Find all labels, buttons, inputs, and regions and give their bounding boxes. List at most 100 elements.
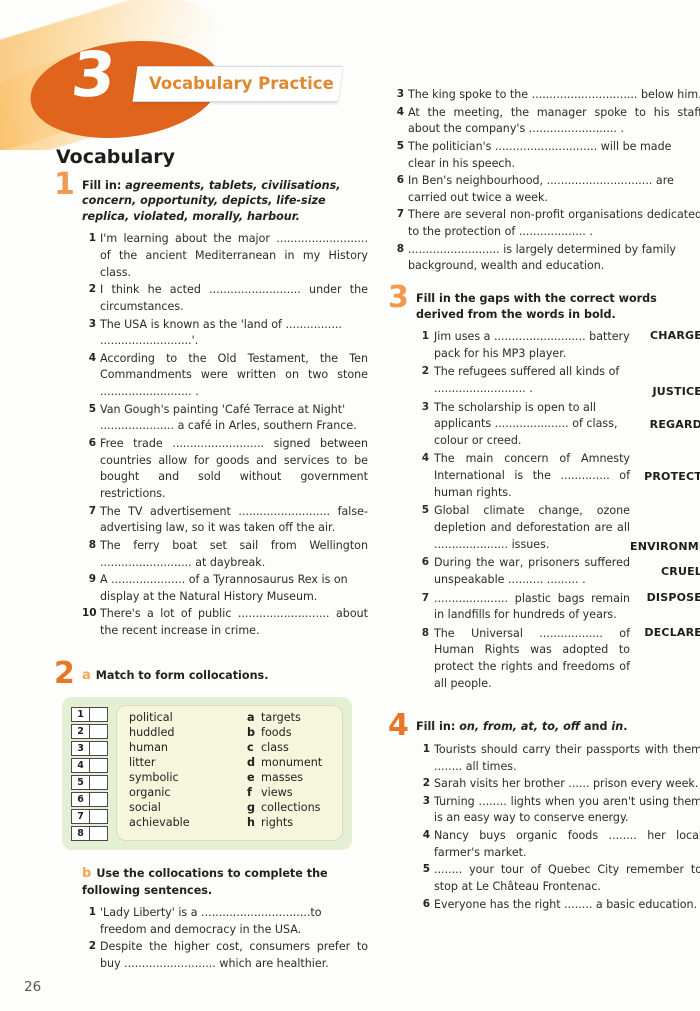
list-item-label: class bbox=[261, 740, 289, 754]
exercise-4-wordbank: on, from, at, to, off bbox=[459, 720, 581, 734]
workbook-page: 3 Vocabulary Practice Vocabulary 1 Fill … bbox=[0, 0, 700, 1011]
list-item[interactable]: f views bbox=[247, 785, 332, 800]
list-item[interactable]: The king spoke to the ..................… bbox=[390, 87, 700, 104]
answer-row-blank[interactable] bbox=[90, 725, 107, 738]
answer-row-number: 4 bbox=[72, 758, 90, 772]
derivation-sentence[interactable]: 4 The main concern of Amnesty Internation… bbox=[416, 451, 630, 501]
derivation-sentence[interactable]: 7 ..................... plastic bags rema… bbox=[416, 591, 630, 624]
list-item[interactable]: I think he acted .......................… bbox=[82, 282, 368, 315]
list-item[interactable]: Nancy buys organic foods ........ her lo… bbox=[416, 828, 700, 861]
exercise-2-number: 2 bbox=[54, 655, 75, 691]
exercise-4-wordbank-last: in bbox=[611, 720, 624, 734]
answer-row-blank[interactable] bbox=[90, 776, 107, 789]
row-index: 8 bbox=[421, 626, 429, 639]
chapter-title-banner: Vocabulary Practice bbox=[132, 66, 343, 102]
exercise-2a-rubric-text: Match to form collocations. bbox=[95, 668, 269, 682]
chapter-number: 3 bbox=[68, 38, 117, 111]
list-item[interactable]: social bbox=[129, 800, 247, 815]
page-header-artwork: 3 Vocabulary Practice bbox=[0, 0, 380, 150]
exercise-2a-rubric: a Match to form collocations. bbox=[82, 667, 368, 685]
list-item[interactable]: Van Gough's painting 'Café Terrace at Ni… bbox=[82, 402, 368, 435]
row-index: 3 bbox=[421, 400, 429, 413]
answer-row[interactable]: 4 bbox=[71, 757, 108, 773]
list-item[interactable]: 'Lady Liberty' is a ....................… bbox=[82, 905, 368, 938]
list-item[interactable]: Tourists should carry their passports wi… bbox=[416, 742, 700, 775]
list-item[interactable]: There are several non-profit organisatio… bbox=[390, 207, 700, 240]
list-item[interactable]: e masses bbox=[247, 770, 332, 785]
answer-row-blank[interactable] bbox=[90, 759, 107, 772]
list-item[interactable]: achievable bbox=[129, 815, 247, 830]
list-item[interactable]: The ferry boat set sail from Wellington … bbox=[82, 538, 368, 571]
derivation-sentence[interactable]: 6 During the war, prisoners suffered unsp… bbox=[416, 555, 630, 588]
list-item-letter: h bbox=[247, 815, 255, 829]
collocation-right-words: a targets b foods c class d monument e masses… bbox=[247, 710, 332, 835]
chapter-badge-ellipse bbox=[24, 30, 226, 149]
list-item[interactable]: symbolic bbox=[129, 770, 247, 785]
answer-key-boxes: 1 2 3 4 5 6 7 8 bbox=[71, 705, 108, 841]
list-item[interactable]: A ..................... of a Tyrannosaur… bbox=[82, 572, 368, 605]
table-row: 3 The scholarship is open to all applican… bbox=[416, 400, 700, 450]
list-item[interactable]: political bbox=[129, 710, 247, 725]
derivation-sentence[interactable]: 5 Global climate change, ozone depletion … bbox=[416, 503, 630, 553]
list-item[interactable]: Turning ........ lights when you aren't … bbox=[416, 794, 700, 827]
list-item[interactable]: Free trade .......................... si… bbox=[82, 436, 368, 503]
list-item[interactable]: The politician's .......................… bbox=[390, 139, 700, 172]
derivation-base-word: JUSTICE bbox=[652, 384, 700, 398]
list-item[interactable]: The USA is known as the 'land of .......… bbox=[82, 317, 368, 350]
answer-row-blank[interactable] bbox=[90, 793, 107, 806]
list-item[interactable]: c class bbox=[247, 740, 332, 755]
derivation-sentence[interactable]: 2 The refugees suffered all kinds of ....… bbox=[416, 364, 630, 397]
answer-row-number: 8 bbox=[72, 826, 90, 840]
derivation-sentence[interactable]: 8 The Universal .................. of Hum… bbox=[416, 626, 630, 693]
answer-row[interactable]: 2 bbox=[71, 723, 108, 739]
answer-row[interactable]: 1 bbox=[71, 706, 108, 722]
derivation-sentence[interactable]: 1 Jim uses a .......................... b… bbox=[416, 329, 630, 362]
derivation-sentence[interactable]: 3 The scholarship is open to all applican… bbox=[416, 400, 630, 450]
list-item[interactable]: In Ben's neighbourhood, ................… bbox=[390, 173, 700, 206]
answer-row-blank[interactable] bbox=[90, 708, 107, 721]
decorative-swoosh-icon bbox=[0, 0, 241, 150]
exercise-4-number: 4 bbox=[388, 708, 409, 744]
answer-row-number: 1 bbox=[72, 707, 90, 721]
answer-row[interactable]: 3 bbox=[71, 740, 108, 756]
list-item[interactable]: At the meeting, the manager spoke to his… bbox=[390, 105, 700, 138]
answer-row-blank[interactable] bbox=[90, 742, 107, 755]
row-index: 5 bbox=[421, 504, 429, 517]
answer-row[interactable]: 8 bbox=[71, 825, 108, 841]
answer-row[interactable]: 7 bbox=[71, 808, 108, 824]
exercise-1: 1 Fill in: agreements, tablets, civilisa… bbox=[54, 170, 368, 640]
list-item[interactable]: organic bbox=[129, 785, 247, 800]
list-item[interactable]: Sarah visits her brother ...... prison e… bbox=[416, 776, 700, 793]
answer-row-number: 3 bbox=[72, 741, 90, 755]
exercise-4: 4 Fill in: on, from, at, to, off and in.… bbox=[388, 711, 700, 914]
list-item[interactable]: ........ your tour of Quebec City rememb… bbox=[416, 862, 700, 895]
list-item[interactable]: There's a lot of public ................… bbox=[82, 606, 368, 639]
answer-row-blank[interactable] bbox=[90, 827, 107, 840]
list-item[interactable]: human bbox=[129, 740, 247, 755]
list-item[interactable]: d monument bbox=[247, 755, 332, 770]
list-item[interactable]: a targets bbox=[247, 710, 332, 725]
exercise-1-number: 1 bbox=[54, 167, 75, 202]
list-item[interactable]: According to the Old Testament, the Ten … bbox=[82, 351, 368, 401]
list-item[interactable]: The TV advertisement ...................… bbox=[82, 504, 368, 537]
list-item[interactable]: I'm learning about the major ...........… bbox=[82, 231, 368, 281]
list-item[interactable]: huddled bbox=[129, 725, 247, 740]
answer-row-blank[interactable] bbox=[90, 810, 107, 823]
answer-row[interactable]: 5 bbox=[71, 774, 108, 790]
list-item[interactable]: Everyone has the right ........ a basic … bbox=[416, 897, 700, 914]
exercise-4-rubric: Fill in: on, from, at, to, off and in. bbox=[416, 720, 628, 734]
row-index: 4 bbox=[421, 452, 429, 465]
exercise-2b-rubric: b Use the collocations to complete the fo… bbox=[82, 865, 368, 898]
list-item[interactable]: litter bbox=[129, 755, 247, 770]
derivation-base-word: DECLARE bbox=[644, 625, 700, 639]
list-item[interactable]: g collections bbox=[247, 800, 332, 815]
list-item[interactable]: h rights bbox=[247, 815, 332, 830]
list-item[interactable]: b foods bbox=[247, 725, 332, 740]
answer-row[interactable]: 6 bbox=[71, 791, 108, 807]
exercise-1-items-left: I'm learning about the major ...........… bbox=[82, 231, 368, 639]
list-item-label: monument bbox=[261, 755, 323, 769]
list-item-letter: f bbox=[247, 785, 252, 799]
derivation-base-word: DISPOSE bbox=[646, 590, 700, 604]
list-item[interactable]: Despite the higher cost, consumers prefe… bbox=[82, 939, 368, 972]
list-item[interactable]: .......................... is largely de… bbox=[390, 242, 700, 275]
